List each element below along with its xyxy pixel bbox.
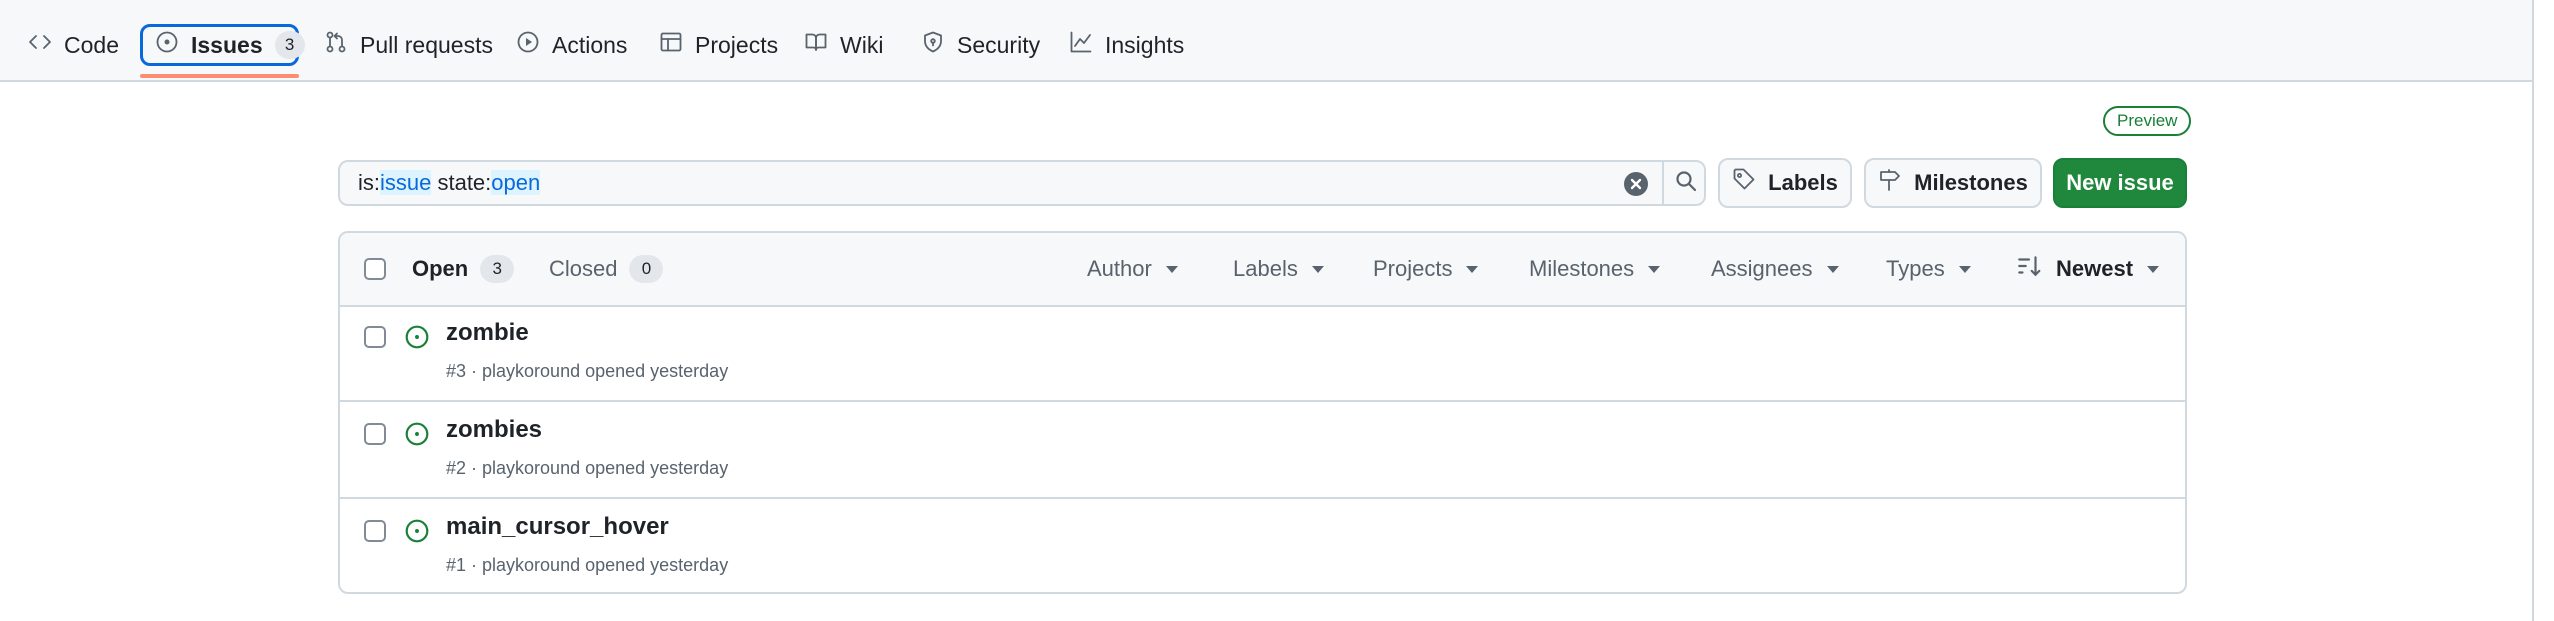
caret-down-icon	[1311, 265, 1324, 273]
tab-wiki[interactable]: Wiki	[792, 24, 895, 66]
issue-meta: #3 · playkoround opened yesterday	[446, 361, 729, 381]
tab-pull-requests[interactable]: Pull requests	[312, 24, 505, 66]
issues-list-header: Open 3 Closed 0 Author Labels Projects M…	[340, 233, 2185, 307]
search-token-issue: issue	[380, 170, 432, 195]
milestones-button[interactable]: Milestones	[1864, 158, 2042, 208]
issue-meta: #1 · playkoround opened yesterday	[446, 555, 729, 575]
issue-checkbox[interactable]	[364, 520, 386, 542]
search-icon	[1674, 169, 1698, 198]
code-icon	[28, 30, 52, 60]
issue-opened-icon	[404, 324, 430, 350]
issue-meta: #2 · playkoround opened yesterday	[446, 458, 729, 478]
book-icon	[804, 30, 828, 60]
caret-down-icon	[1826, 265, 1839, 273]
select-all-checkbox[interactable]	[364, 258, 386, 280]
labels-filter[interactable]: Labels	[1233, 253, 1324, 285]
issue-title-link[interactable]: zombie	[446, 319, 529, 347]
caret-down-icon	[2147, 265, 2160, 273]
projects-filter[interactable]: Projects	[1373, 253, 1479, 285]
clear-search-icon[interactable]	[1624, 172, 1648, 196]
repo-nav: Code Issues 3 Pull requests Actions Proj…	[0, 0, 2532, 82]
tab-actions[interactable]: Actions	[504, 24, 639, 66]
milestones-filter[interactable]: Milestones	[1529, 253, 1661, 285]
search-token-open: open	[491, 170, 541, 195]
new-issue-button[interactable]: New issue	[2053, 158, 2187, 208]
issue-row[interactable]: zombie #3 · playkoround opened yesterday	[340, 305, 2185, 402]
issue-row[interactable]: main_cursor_hover #1 · playkoround opene…	[340, 499, 2185, 592]
labels-button[interactable]: Labels	[1718, 158, 1852, 208]
tab-security[interactable]: Security	[909, 24, 1052, 66]
play-icon	[516, 30, 540, 60]
author-filter[interactable]: Author	[1087, 253, 1178, 285]
preview-badge[interactable]: Preview	[2103, 106, 2192, 136]
tab-insights[interactable]: Insights	[1057, 24, 1196, 66]
issue-row[interactable]: zombies #2 · playkoround opened yesterda…	[340, 402, 2185, 499]
search-button[interactable]	[1662, 162, 1708, 204]
assignees-filter[interactable]: Assignees	[1711, 253, 1839, 285]
closed-issues-tab[interactable]: Closed 0	[549, 253, 664, 285]
caret-down-icon	[1165, 265, 1178, 273]
tab-issues[interactable]: Issues 3	[140, 24, 305, 66]
open-count-badge: 3	[480, 255, 515, 283]
types-filter[interactable]: Types	[1886, 253, 1971, 285]
sort-desc-icon	[2016, 253, 2042, 285]
open-issues-tab[interactable]: Open 3	[412, 253, 515, 285]
issue-title-link[interactable]: main_cursor_hover	[446, 513, 669, 541]
tab-code[interactable]: Code	[16, 24, 131, 66]
issue-checkbox[interactable]	[364, 326, 386, 348]
issue-search-input[interactable]: is:issue state:open	[338, 160, 1706, 206]
caret-down-icon	[1648, 265, 1661, 273]
issue-opened-icon	[404, 421, 430, 447]
sort-dropdown[interactable]: Newest	[2016, 253, 2160, 285]
scrollbar-edge	[2532, 0, 2534, 621]
issues-list: Open 3 Closed 0 Author Labels Projects M…	[338, 231, 2187, 594]
caret-down-icon	[1958, 265, 1971, 273]
active-tab-underline	[140, 74, 299, 78]
git-pull-request-icon	[324, 30, 348, 60]
closed-count-badge: 0	[629, 255, 664, 283]
tab-projects[interactable]: Projects	[647, 24, 790, 66]
issue-opened-icon	[404, 518, 430, 544]
graph-icon	[1069, 30, 1093, 60]
issues-page: Code Issues 3 Pull requests Actions Proj…	[0, 0, 2554, 621]
table-icon	[659, 30, 683, 60]
shield-icon	[921, 30, 945, 60]
caret-down-icon	[1466, 265, 1479, 273]
search-query[interactable]: is:issue state:open	[358, 162, 541, 204]
issues-count-badge: 3	[274, 31, 305, 59]
issue-checkbox[interactable]	[364, 423, 386, 445]
milestone-icon	[1878, 168, 1902, 198]
issue-opened-icon	[155, 30, 179, 60]
issue-title-link[interactable]: zombies	[446, 416, 542, 444]
tag-icon	[1732, 168, 1756, 198]
